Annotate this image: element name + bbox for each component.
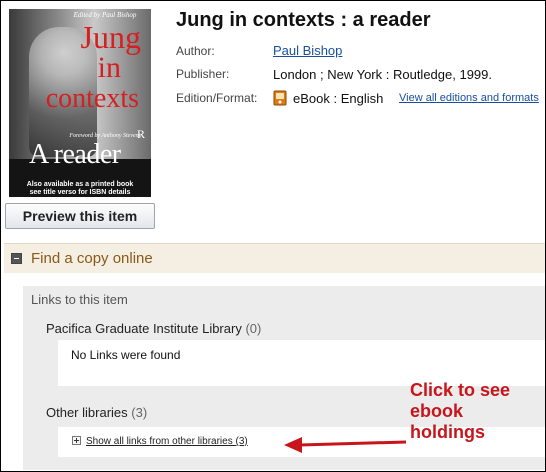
cover-editor-text: Edited by Paul Bishop	[73, 11, 137, 19]
collapse-icon[interactable]	[11, 253, 22, 264]
ebook-icon	[273, 90, 287, 106]
no-links-message: No Links were found	[71, 348, 181, 362]
author-link[interactable]: Paul Bishop	[273, 43, 342, 58]
links-header: Links to this item	[31, 292, 128, 307]
other-libraries-count: (3)	[131, 405, 148, 420]
annotation-callout: Click to see ebook holdings	[410, 380, 511, 442]
cover-title-line1: Jung	[80, 19, 141, 55]
cover-subtitle: A reader	[29, 139, 121, 170]
cover-registered-mark: R	[136, 127, 145, 141]
expand-plus-icon[interactable]	[72, 436, 81, 445]
author-label: Author:	[176, 44, 215, 58]
publisher-label: Publisher:	[176, 67, 230, 81]
edition-value: eBook : English	[293, 91, 384, 106]
book-title: Jung in contexts : a reader	[176, 9, 431, 31]
cover-note: Also available as a printed book see tit…	[9, 181, 151, 197]
show-all-links-link[interactable]: Show all links from other libraries (3)	[86, 436, 248, 447]
publisher-value: London ; New York : Routledge, 1999.	[273, 67, 492, 82]
cover-title-line2: in	[97, 51, 121, 84]
edition-label: Edition/Format:	[176, 91, 258, 105]
other-libraries-label: Other libraries	[46, 405, 128, 420]
library-name: Pacifica Graduate Institute Library	[46, 321, 242, 336]
library-count: (0)	[245, 321, 262, 336]
cover-note-line2: see title verso for ISBN details	[29, 189, 131, 196]
annotation-arrow-icon	[284, 437, 407, 453]
view-all-editions-link[interactable]: View all editions and formats	[399, 92, 539, 104]
book-cover-image[interactable]: Edited by Paul Bishop Jung in contexts F…	[9, 9, 151, 197]
library-heading: Pacifica Graduate Institute Library (0)	[46, 321, 261, 336]
cover-note-line1: Also available as a printed book	[26, 181, 134, 188]
preview-item-button[interactable]: Preview this item	[5, 203, 155, 229]
cover-title-line3: contexts	[45, 83, 139, 114]
find-copy-title[interactable]: Find a copy online	[31, 250, 153, 267]
other-libraries-heading: Other libraries (3)	[46, 405, 147, 420]
